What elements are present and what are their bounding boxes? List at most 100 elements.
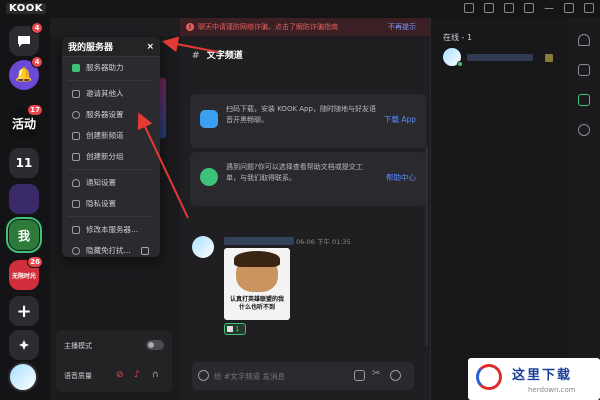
server-menu-header[interactable]: 我的服务器 ×	[62, 37, 160, 57]
right-toolbar	[568, 18, 600, 400]
menu-item-edit-profile[interactable]: 修改本服务器...	[62, 219, 160, 240]
window-controls	[464, 3, 594, 13]
server-label: 11	[15, 156, 33, 170]
card-text: 遇到问题?你可以选择查看帮助文档或提交工单，与我们取得联系。	[226, 163, 363, 182]
voice-message-icon[interactable]	[390, 370, 401, 381]
user-avatar[interactable]	[8, 362, 38, 392]
dismiss-link[interactable]: 不再提示	[388, 22, 416, 32]
server-icon-1[interactable]: 🔔 4	[9, 56, 43, 90]
emoji-picker-icon[interactable]	[198, 370, 209, 381]
shirt-icon[interactable]	[484, 3, 494, 13]
menu-item-create-group[interactable]: 创建新分组	[62, 146, 160, 167]
warning-icon: !	[186, 23, 194, 31]
reaction-count: 1	[235, 325, 240, 333]
invite-icon	[72, 89, 80, 98]
input-placeholder: 给 #文字频道 发消息	[214, 371, 286, 381]
message-input[interactable]: 给 #文字频道 发消息 ✂	[192, 362, 414, 390]
settings-icon[interactable]	[524, 3, 534, 13]
menu-item-label: 通知设置	[86, 178, 116, 187]
menu-item-hide-muted[interactable]: 隐藏免打扰...	[62, 240, 160, 261]
menu-item-invite[interactable]: 邀请其他人	[62, 83, 160, 104]
boost-icon	[72, 63, 80, 72]
menu-item-label: 隐私设置	[86, 199, 116, 208]
phone-icon	[200, 110, 218, 128]
close-button[interactable]	[584, 3, 594, 13]
server-dropdown-menu: 我的服务器 × 服务器助力 邀请其他人 服务器设置 创建新频道 创建新分组 通知…	[62, 37, 160, 257]
server-name: 我的服务器	[68, 43, 114, 53]
pin-icon[interactable]	[578, 64, 590, 76]
server-icon-me[interactable]: 我	[6, 217, 42, 253]
scissors-icon[interactable]: ✂	[372, 368, 383, 379]
inbox-icon[interactable]	[464, 3, 474, 13]
bell-icon[interactable]	[578, 34, 590, 46]
meme-caption: 认真打英雄联盟的我 什么也听不到	[229, 296, 284, 311]
hash-icon: #	[192, 51, 200, 61]
message-author[interactable]	[224, 237, 294, 245]
online-status-dot	[457, 61, 463, 67]
title-bar: KOOK	[0, 0, 600, 18]
hide-muted-checkbox[interactable]	[140, 246, 149, 255]
member-name[interactable]	[467, 54, 533, 61]
server-label: 活动	[11, 116, 36, 131]
divider	[68, 80, 154, 81]
add-channel-icon	[72, 131, 80, 140]
unread-badge: 17	[27, 104, 43, 116]
search-icon[interactable]	[578, 124, 590, 136]
menu-item-create-channel[interactable]: 创建新频道	[62, 125, 160, 146]
menu-item-label: 邀请其他人	[86, 89, 124, 98]
message-timestamp: 06-06 下午 01:35	[296, 238, 351, 246]
scrollbar[interactable]	[425, 146, 428, 346]
menu-item-privacy[interactable]: 隐私设置	[62, 193, 160, 214]
minimize-button[interactable]	[544, 3, 554, 9]
emoji-icon	[227, 326, 233, 332]
menu-item-label: 创建新频道	[86, 131, 124, 140]
kook-app-window: KOOK 4 🔔 4 活动 17 11 我 无限时光 26 + ! 聊天中请谨防…	[0, 0, 600, 400]
server-icon-4[interactable]	[9, 184, 39, 214]
hide-icon	[72, 246, 80, 255]
shield-icon	[72, 199, 80, 208]
server-icon-6[interactable]: 无限时光 26	[9, 256, 43, 290]
server-list: 4 🔔 4 活动 17 11 我 无限时光 26 +	[0, 18, 50, 400]
menu-item-label: 隐藏免打扰...	[86, 246, 131, 255]
server-label: 我	[17, 228, 30, 243]
streamer-mode-toggle[interactable]	[146, 340, 164, 350]
help-center-card: 遇到问题?你可以选择查看帮助文档或提交工单，与我们取得联系。 帮助中心	[190, 152, 426, 206]
channel-header: # 文字频道	[192, 48, 243, 61]
unread-badge: 4	[31, 56, 43, 68]
online-count: 在线 - 1	[443, 33, 473, 42]
divider	[68, 169, 154, 170]
microphone-icon[interactable]: ♪	[134, 370, 140, 380]
unread-badge: 26	[27, 256, 43, 268]
server-icon-11[interactable]: 11	[9, 148, 39, 178]
bell-icon	[72, 178, 80, 187]
help-center-link[interactable]: 帮助中心	[386, 172, 416, 183]
warning-text[interactable]: 聊天中请谨防网络诈骗，点击了解防诈骗指南	[198, 22, 338, 32]
voice-quality-label: 语音质量	[64, 372, 92, 380]
menu-item-boost[interactable]: 服务器助力	[62, 57, 160, 78]
add-attachment-icon[interactable]	[354, 370, 365, 381]
voice-settings-panel: 主播模式 语音质量 ⊘ ♪ ∩	[56, 330, 172, 392]
message-avatar[interactable]	[192, 236, 214, 258]
wardrobe-icon[interactable]	[504, 3, 514, 13]
edit-icon	[72, 225, 80, 234]
admin-badge-icon	[545, 54, 553, 62]
menu-item-label: 创建新分组	[86, 152, 124, 161]
meme-image[interactable]: 认真打英雄联盟的我 什么也听不到	[224, 248, 290, 320]
reaction-chip[interactable]: 1	[224, 323, 246, 335]
discover-icon[interactable]	[9, 330, 39, 360]
mute-speaker-icon[interactable]: ⊘	[116, 370, 124, 380]
maximize-button[interactable]	[564, 3, 574, 13]
headset-icon[interactable]: ∩	[152, 370, 159, 380]
watermark-title: 这里下载	[512, 368, 573, 383]
server-icon-activity[interactable]: 活动 17	[9, 104, 43, 138]
kook-logo: KOOK	[6, 3, 47, 14]
meme-hair	[234, 251, 280, 267]
menu-item-notifications[interactable]: 通知设置	[62, 172, 160, 193]
add-server-button[interactable]: +	[9, 296, 39, 326]
close-icon[interactable]: ×	[146, 42, 154, 52]
menu-item-server-settings[interactable]: 服务器设置	[62, 104, 160, 125]
watermark-url: herdown.com	[528, 386, 576, 394]
direct-messages-icon[interactable]: 4	[9, 22, 43, 56]
members-icon[interactable]	[578, 94, 590, 106]
download-app-link[interactable]: 下载 App	[384, 114, 416, 125]
